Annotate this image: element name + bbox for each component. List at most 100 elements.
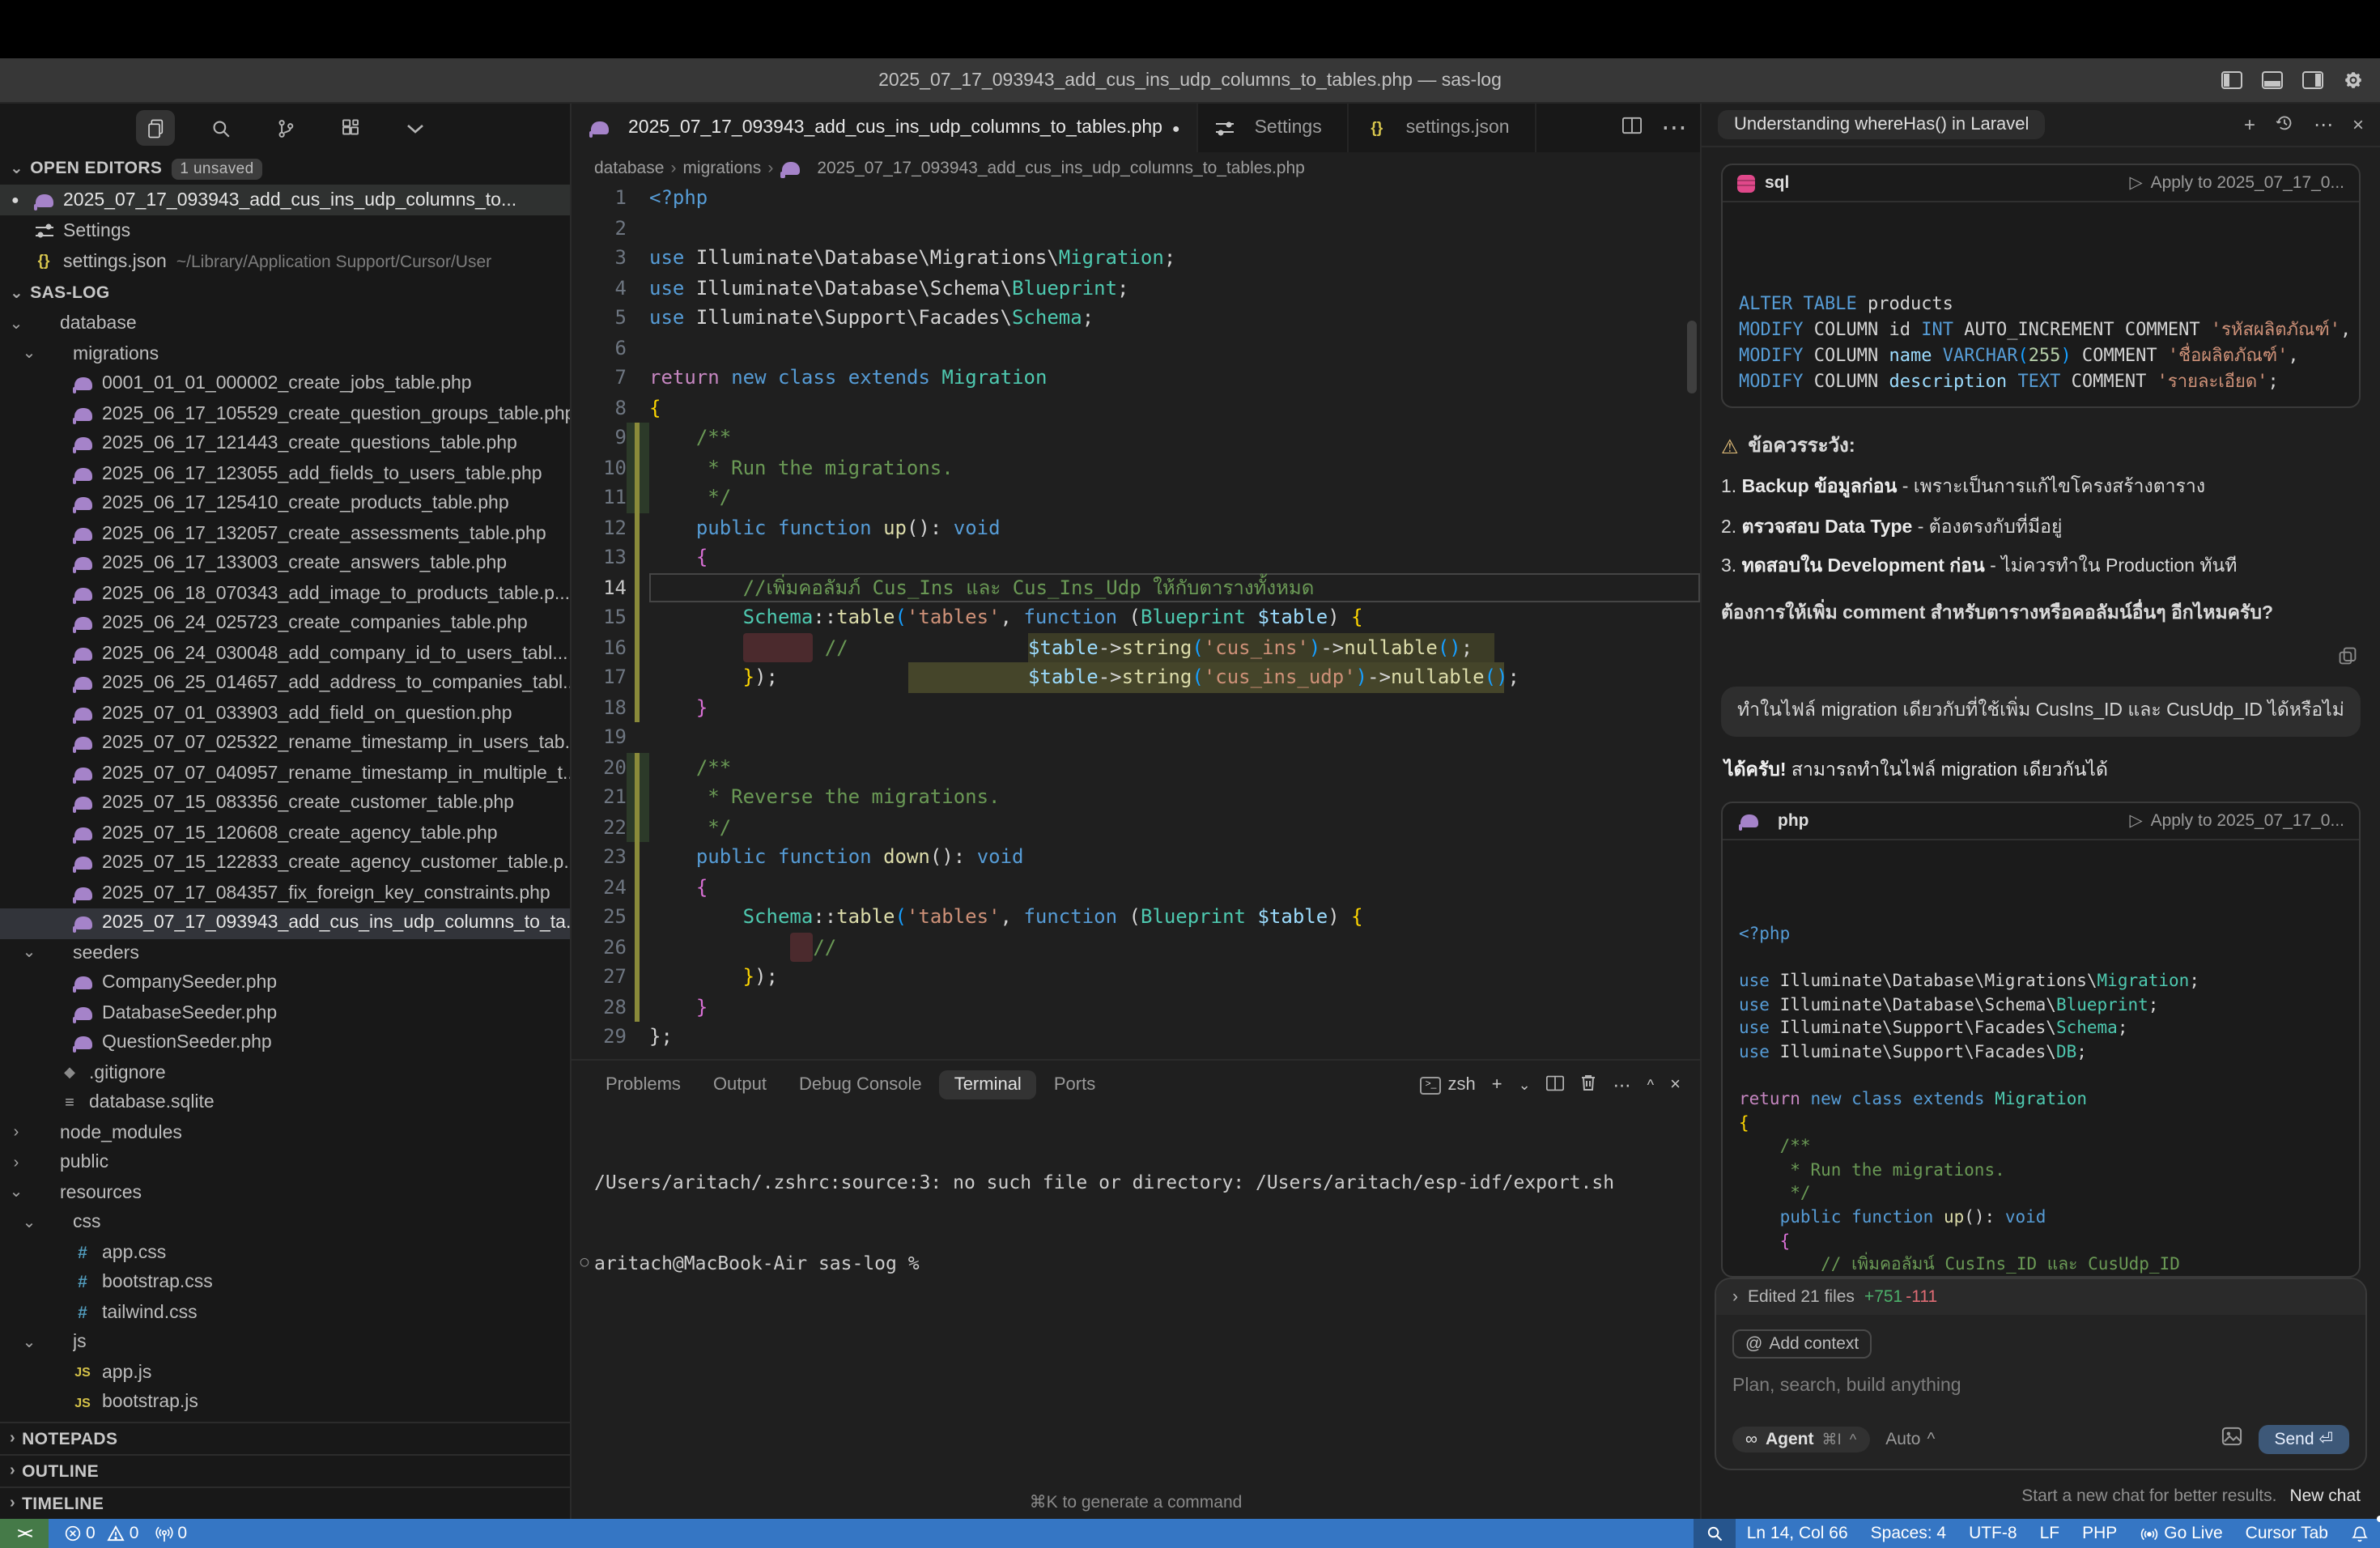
maximize-panel-icon[interactable]: ^ [1647,1077,1654,1093]
tree-item[interactable]: 2025_06_17_133003_create_answers_table.p… [0,549,570,579]
tree-item[interactable]: 2025_06_17_105529_create_question_groups… [0,399,570,429]
user-message[interactable]: ทำในไฟล์ migration เดียวกับที่ใช้เพิ่ม C… [1721,686,2361,737]
tree-item[interactable]: 2025_07_17_084357_fix_foreign_key_constr… [0,878,570,908]
tree-item[interactable]: 2025_07_15_120608_create_agency_table.ph… [0,819,570,848]
kill-terminal-icon[interactable] [1581,1074,1597,1096]
tree-item[interactable]: 2025_07_01_033903_add_field_on_question.… [0,699,570,729]
problems-indicator[interactable]: 0 0 [65,1524,138,1543]
tree-item[interactable]: ⌄ js [0,1328,570,1358]
tree-item[interactable]: ⌄ database [0,309,570,339]
tree-item[interactable]: 2025_06_17_132057_create_assessments_tab… [0,519,570,549]
tree-item[interactable]: 2025_06_17_121443_create_questions_table… [0,429,570,459]
editor-tab[interactable]: {} settings.json [1349,104,1537,152]
history-icon[interactable] [2275,113,2294,137]
chevron-down-icon[interactable] [395,110,434,146]
more-actions-icon[interactable]: ⋯ [1661,112,1687,144]
language-mode[interactable]: PHP [2071,1519,2128,1548]
chat-tab[interactable]: Understanding whereHas() in Laravel [1718,110,2045,139]
model-selector[interactable]: Auto^ [1885,1430,1935,1449]
toggle-panel-bottom-icon[interactable] [2262,71,2283,89]
agent-mode-selector[interactable]: ∞ Agent ⌘I ^ [1732,1427,1869,1452]
search-status-icon[interactable] [1694,1519,1736,1548]
new-chat-icon[interactable]: + [2244,113,2255,136]
toggle-panel-right-icon[interactable] [2302,71,2323,89]
settings-gear-icon[interactable] [2343,70,2364,91]
tree-item[interactable]: 2025_06_18_070343_add_image_to_products_… [0,579,570,609]
encoding[interactable]: UTF-8 [1957,1519,2029,1548]
panel-tab[interactable]: Terminal [940,1070,1036,1099]
tree-item[interactable]: JS bootstrap.js [0,1388,570,1418]
tree-item[interactable]: ⌄ resources [0,1178,570,1208]
tree-item[interactable]: ⌄ migrations [0,339,570,369]
copy-icon[interactable] [2338,644,2357,673]
split-editor-icon[interactable] [1622,113,1642,142]
sidebar-section-header[interactable]: › OUTLINE [0,1454,570,1486]
panel-tab[interactable]: Output [699,1070,781,1099]
tree-item[interactable]: 2025_06_24_025723_create_companies_table… [0,609,570,639]
remote-indicator[interactable]: >< [0,1519,49,1548]
close-panel-icon[interactable]: × [2352,113,2364,136]
panel-tab[interactable]: Problems [591,1070,695,1099]
tree-item[interactable]: # tailwind.css [0,1298,570,1328]
shell-indicator[interactable]: >_zsh [1420,1075,1475,1095]
chat-messages[interactable]: sql ▷Apply to 2025_07_17_0... ALTER TABL… [1702,147,2380,1278]
more-actions-icon[interactable]: ⋯ [2314,113,2333,136]
terminal-output[interactable]: /Users/aritach/.zshrc:source:3: no such … [572,1109,1700,1519]
tree-item[interactable]: JS app.js [0,1358,570,1388]
tree-item[interactable]: # app.css [0,1238,570,1268]
tree-item[interactable]: 2025_07_07_040957_rename_timestamp_in_mu… [0,759,570,789]
add-context-button[interactable]: @ Add context [1732,1329,1872,1359]
apply-button[interactable]: ▷Apply to 2025_07_17_0... [2129,811,2344,831]
inline-suggestion-line-2[interactable]: $table->string('cus_ins_udp')->nullable(… [908,662,1504,692]
open-editor-item[interactable]: ● {} settings.json ~/Library/Application… [0,246,570,277]
sidebar-section-header[interactable]: › NOTEPADS [0,1422,570,1454]
ports-indicator[interactable]: 0 [155,1524,187,1543]
indentation[interactable]: Spaces: 4 [1859,1519,1957,1548]
new-terminal-icon[interactable]: + [1492,1075,1502,1095]
tree-item[interactable]: ⌄ css [0,1208,570,1238]
tree-item[interactable]: 2025_07_17_093943_add_cus_ins_udp_column… [0,908,570,938]
code-editor[interactable]: 1 <?php 2 3 use Illuminate\Database\Migr… [572,183,1700,1059]
breadcrumb[interactable]: database› migrations› 2025_07_17_093943_… [572,152,1700,183]
tree-item[interactable]: # bootstrap.css [0,1268,570,1298]
tree-item[interactable]: 2025_06_17_125410_create_products_table.… [0,489,570,519]
tree-item[interactable]: ⌄ seeders [0,938,570,968]
tree-item[interactable]: 2025_07_07_025322_rename_timestamp_in_us… [0,729,570,759]
send-button[interactable]: Send ⏎ [2259,1425,2350,1454]
edited-files-row[interactable]: › Edited 21 files +751-111 [1716,1279,2365,1315]
editor-scrollbar[interactable] [1687,321,1697,393]
chat-input[interactable]: Plan, search, build anything [1732,1376,2349,1396]
open-editor-item[interactable]: ● Settings [0,215,570,246]
tree-item[interactable]: QuestionSeeder.php [0,1028,570,1058]
sidebar-section-header[interactable]: › TIMELINE [0,1486,570,1519]
tree-item[interactable]: ≡ database.sqlite [0,1088,570,1118]
editor-tab[interactable]: 2025_07_17_093943_add_cus_ins_udp_column… [572,104,1198,152]
panel-tab[interactable]: Debug Console [784,1070,937,1099]
image-attach-icon[interactable] [2221,1425,2242,1454]
tree-item[interactable]: ◆ .gitignore [0,1058,570,1088]
tree-item[interactable]: 2025_06_24_030048_add_company_id_to_user… [0,639,570,669]
cursor-position[interactable]: Ln 14, Col 66 [1736,1519,1859,1548]
tree-item[interactable]: 0001_01_01_000002_create_jobs_table.php [0,369,570,399]
project-root-header[interactable]: ⌄ SAS-LOG [0,277,570,309]
tree-item[interactable]: 2025_07_15_122833_create_agency_customer… [0,848,570,878]
close-panel-icon[interactable]: × [1670,1075,1681,1095]
tree-item[interactable]: 2025_07_15_083356_create_customer_table.… [0,789,570,819]
inline-suggestion-line-1[interactable]: $table->string('cus_ins')->nullable(); [1028,632,1494,662]
split-terminal-icon[interactable] [1547,1074,1565,1095]
toggle-sidebar-left-icon[interactable] [2221,71,2242,89]
open-editor-item[interactable]: ● 2025_07_17_093943_add_cus_ins_udp_colu… [0,185,570,215]
notifications-bell-icon[interactable] [2340,1519,2380,1548]
tree-item[interactable]: › public [0,1148,570,1178]
tree-item[interactable]: › node_modules [0,1118,570,1148]
terminal-dropdown-icon[interactable]: ⌄ [1519,1076,1531,1094]
more-actions-icon[interactable]: ⋯ [1613,1074,1631,1095]
go-live-button[interactable]: Go Live [2128,1519,2233,1548]
explorer-icon[interactable] [136,110,175,146]
open-editors-header[interactable]: ⌄ OPEN EDITORS 1 unsaved [0,152,570,185]
editor-tab[interactable]: Settings [1198,104,1349,152]
tree-item[interactable]: 2025_06_17_123055_add_fields_to_users_ta… [0,459,570,489]
tree-item[interactable]: CompanySeeder.php [0,968,570,998]
search-icon[interactable] [201,110,240,146]
panel-tab[interactable]: Ports [1039,1070,1110,1099]
